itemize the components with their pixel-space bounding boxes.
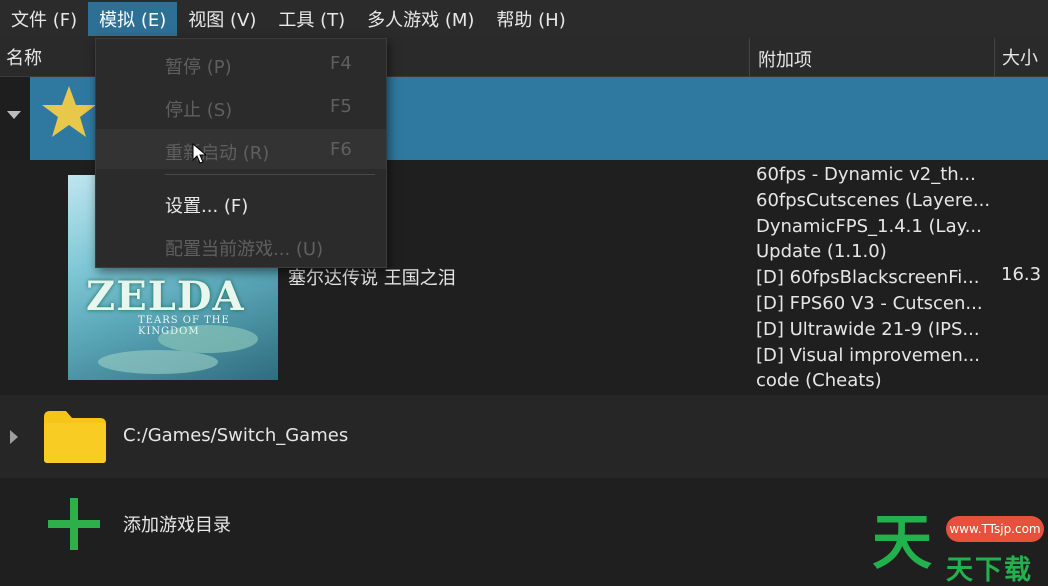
cover-subtitle: TEARS OF THE KINGDOM xyxy=(138,315,230,337)
menu-item-label: 重新启动 (R) xyxy=(165,143,270,164)
menu-item-configure-current-game[interactable]: 配置当前游戏... (U) xyxy=(96,225,386,265)
column-addons[interactable]: 附加项 xyxy=(758,40,998,78)
plus-icon xyxy=(48,498,100,550)
game-size: 16.3 xyxy=(1001,264,1042,285)
folder-icon xyxy=(44,411,106,463)
addon-item: [D] Visual improvemen... xyxy=(756,344,980,366)
menu-view[interactable]: 视图 (V) xyxy=(177,2,267,36)
menu-separator xyxy=(165,174,375,175)
emulator-window: 文件 (F) 模拟 (E) 视图 (V) 工具 (T) 多人游戏 (M) 帮助 … xyxy=(0,0,1048,586)
addon-item: [D] FPS60 V3 - Cutscen... xyxy=(756,292,983,314)
watermark-url: www.TTsjp.com xyxy=(946,516,1044,542)
addon-item: [D] 60fpsBlackscreenFi... xyxy=(756,267,980,289)
chevron-down-icon[interactable] xyxy=(7,111,21,119)
addon-item: 60fpsCutscenes (Layere... xyxy=(756,189,991,211)
emulation-dropdown-menu: 暂停 (P) F4 停止 (S) F5 重新启动 (R) F6 设置... (F… xyxy=(95,38,387,268)
addon-item: [D] Ultrawide 21-9 (IPS... xyxy=(756,318,980,340)
column-name[interactable]: 名称 xyxy=(6,38,42,76)
addon-item: Update (1.1.0) xyxy=(756,241,887,263)
menu-item-label: 配置当前游戏... (U) xyxy=(165,239,324,260)
menu-multiplayer[interactable]: 多人游戏 (M) xyxy=(356,2,485,36)
menu-item-pause[interactable]: 暂停 (P) F4 xyxy=(96,43,386,83)
star-icon xyxy=(42,86,96,137)
cursor-icon xyxy=(192,143,208,164)
watermark-text: 天下载 xyxy=(946,555,1033,586)
watermark-big-char: 天 xyxy=(872,508,932,578)
menu-item-stop[interactable]: 停止 (S) F5 xyxy=(96,86,386,126)
directory-path: C:/Games/Switch_Games xyxy=(123,425,349,446)
menu-file[interactable]: 文件 (F) xyxy=(0,2,88,36)
cover-island xyxy=(98,350,218,374)
cover-logo: ZELDA xyxy=(86,273,245,320)
addon-item: DynamicFPS_1.4.1 (Lay... xyxy=(756,215,982,237)
column-separator[interactable] xyxy=(749,38,750,76)
menubar: 文件 (F) 模拟 (E) 视图 (V) 工具 (T) 多人游戏 (M) 帮助 … xyxy=(0,0,1048,38)
column-size[interactable]: 大小 xyxy=(1002,38,1038,76)
menu-item-shortcut: F6 xyxy=(330,139,352,160)
chevron-right-icon[interactable] xyxy=(10,430,18,444)
game-directory-row[interactable]: C:/Games/Switch_Games xyxy=(0,395,1048,478)
site-watermark: 天 www.TTsjp.com 天下载 xyxy=(870,510,1048,586)
menu-help[interactable]: 帮助 (H) xyxy=(485,2,576,36)
menu-item-restart[interactable]: 重新启动 (R) F6 xyxy=(96,129,386,169)
menu-item-label: 停止 (S) xyxy=(165,100,233,121)
menu-item-settings[interactable]: 设置... (F) xyxy=(96,182,386,222)
menu-emulation[interactable]: 模拟 (E) xyxy=(88,2,178,36)
menu-item-shortcut: F5 xyxy=(330,96,352,117)
game-addons: 60fps - Dynamic v2_th... 60fpsCutscenes … xyxy=(756,162,996,394)
menu-item-label: 暂停 (P) xyxy=(165,57,232,78)
addon-item: 60fps - Dynamic v2_th... xyxy=(756,164,976,185)
menu-tools[interactable]: 工具 (T) xyxy=(267,2,356,36)
column-separator[interactable] xyxy=(994,38,995,76)
menu-item-shortcut: F4 xyxy=(330,53,352,74)
add-directory-label: 添加游戏目录 xyxy=(123,515,231,536)
addon-item: code (Cheats) xyxy=(756,370,882,392)
plus-bar xyxy=(70,498,78,550)
menu-item-label: 设置... (F) xyxy=(165,196,249,217)
